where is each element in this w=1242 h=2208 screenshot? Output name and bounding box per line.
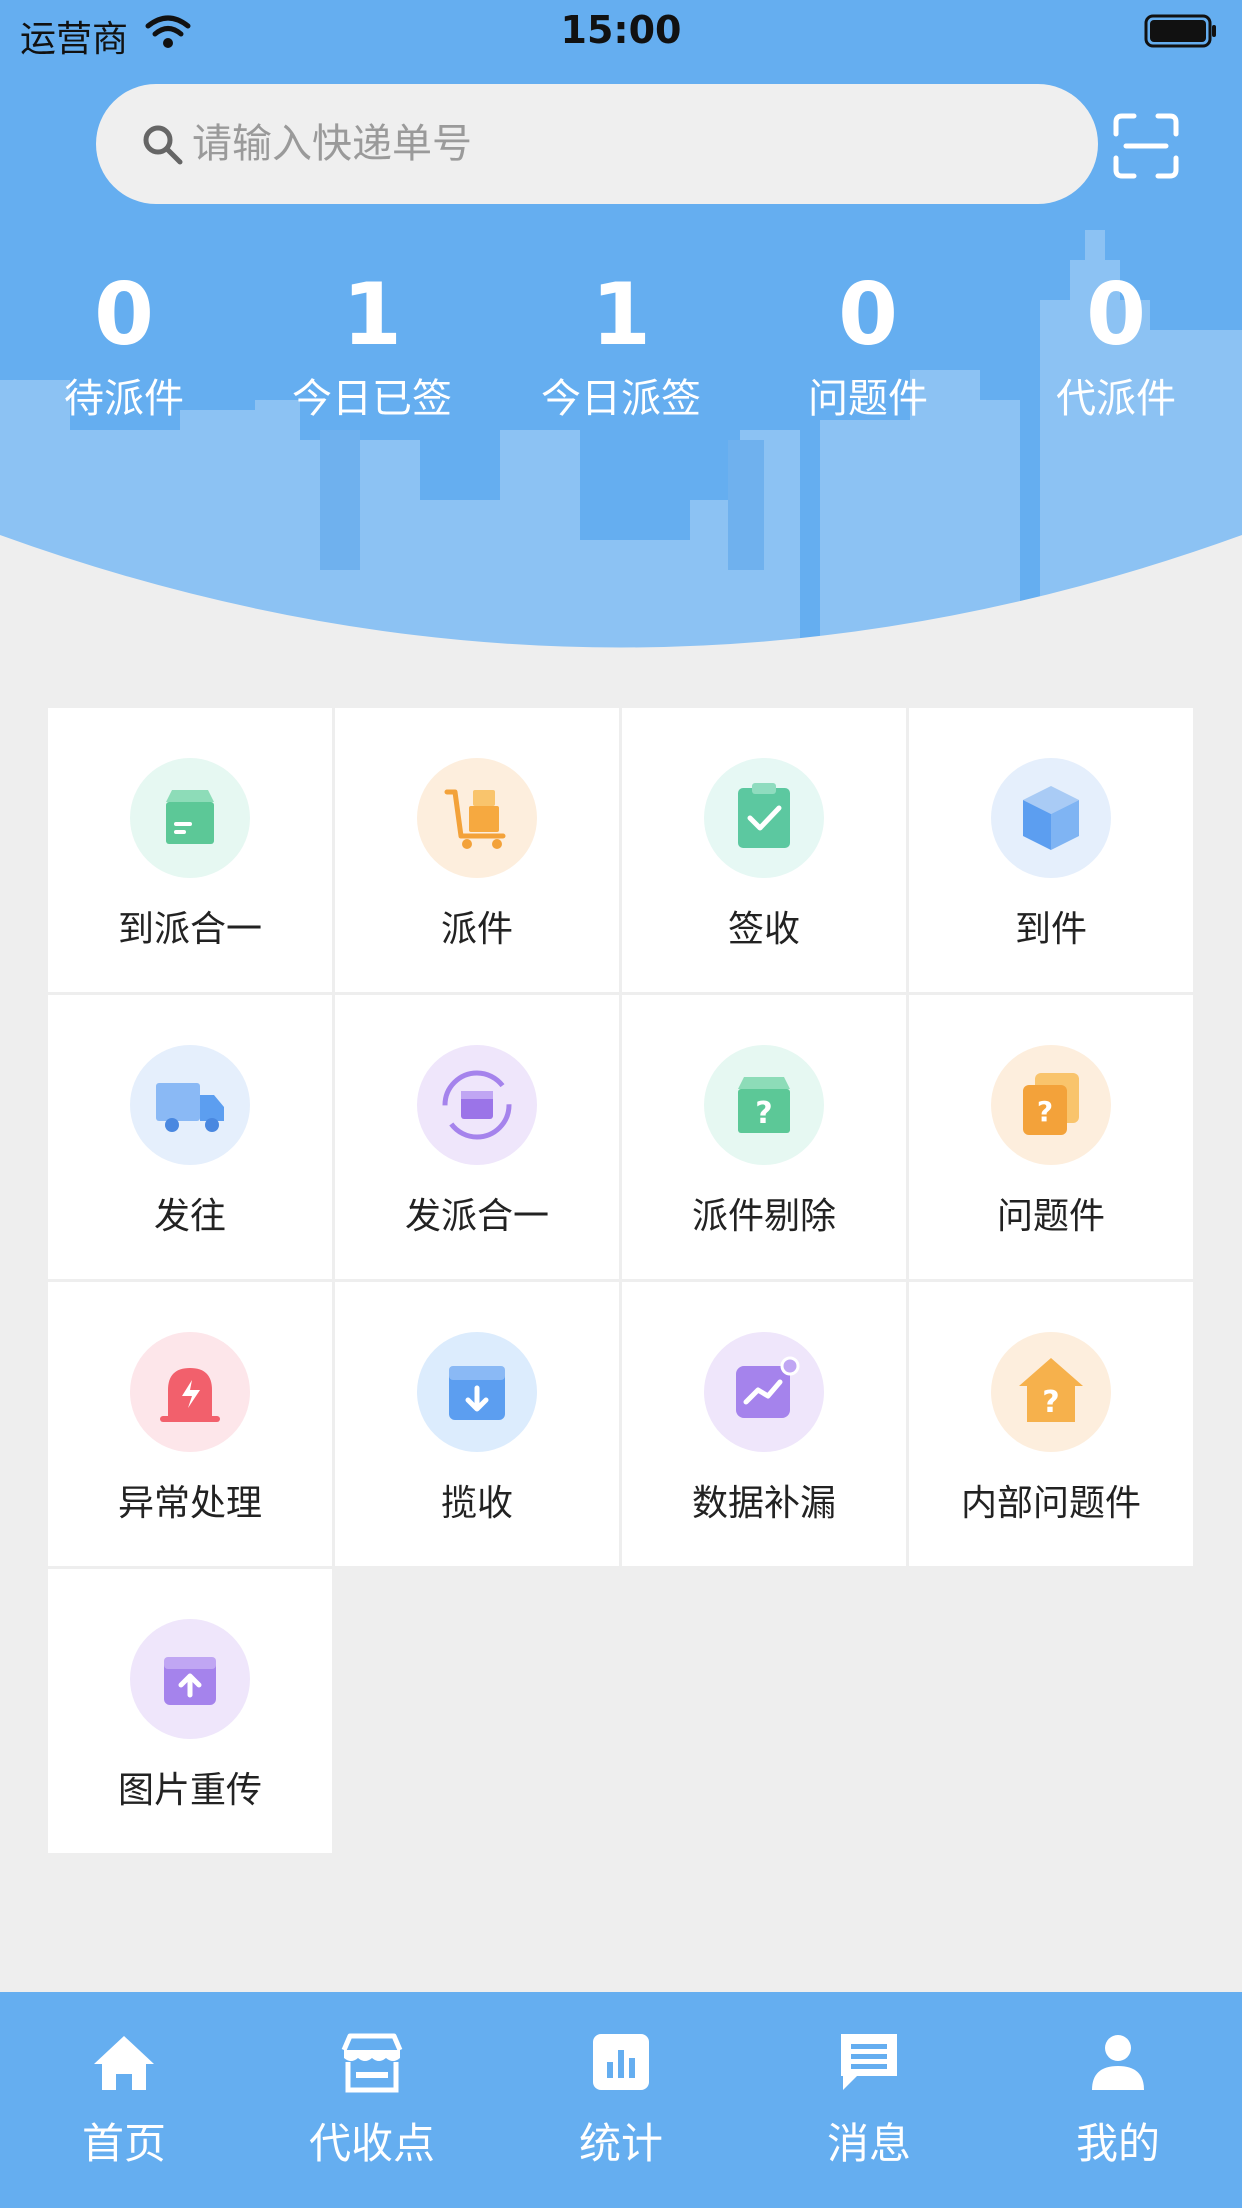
store-icon — [341, 2033, 403, 2093]
stat-label: 今日派签 — [541, 376, 701, 422]
tab-mine[interactable]: 我的 — [994, 1992, 1242, 2208]
grid-item-data-supplement[interactable]: 数据补漏 — [622, 1282, 906, 1566]
box-icon — [130, 758, 250, 878]
bottom-tab-bar: 首页 代收点 统计 消息 我的 — [0, 1992, 1242, 2208]
package-icon — [991, 758, 1111, 878]
question-cards-icon: ? — [991, 1045, 1111, 1165]
grid-item-label: 内部问题件 — [960, 1483, 1141, 1524]
grid-item-send-to[interactable]: 发往 — [48, 995, 332, 1279]
grid-item-label: 发往 — [153, 1196, 226, 1237]
grid-item-label: 数据补漏 — [691, 1483, 836, 1524]
tab-statistics[interactable]: 统计 — [497, 1992, 745, 2208]
grid-item-label: 派件 — [440, 909, 513, 950]
grid-item-label: 揽收 — [440, 1483, 513, 1524]
grid-item-arrival[interactable]: 到件 — [909, 708, 1193, 992]
upload-box-icon — [130, 1619, 250, 1739]
stat-label: 今日已签 — [292, 376, 452, 422]
grid-item-label: 异常处理 — [117, 1483, 262, 1524]
tab-label: 代收点 — [308, 2119, 435, 2168]
status-bar: 运营商 15:00 — [0, 0, 1242, 62]
grid-item-label: 发派合一 — [404, 1196, 549, 1237]
stat-problem-parcels[interactable]: 0 问题件 — [768, 272, 968, 424]
grid-item-label: 到派合一 — [117, 909, 262, 950]
stat-label: 问题件 — [808, 376, 928, 422]
grid-item-arrive-dispatch[interactable]: 到派合一 — [48, 708, 332, 992]
tab-messages[interactable]: 消息 — [745, 1992, 993, 2208]
truck-icon — [130, 1045, 250, 1165]
box-question-icon: ? — [704, 1045, 824, 1165]
tab-label: 我的 — [1075, 2119, 1160, 2168]
tab-home[interactable]: 首页 — [0, 1992, 248, 2208]
tab-pickup-point[interactable]: 代收点 — [248, 1992, 496, 2208]
tab-label: 统计 — [578, 2119, 663, 2168]
grid-item-pickup[interactable]: 揽收 — [335, 1282, 619, 1566]
tab-label: 首页 — [81, 2119, 166, 2168]
tab-label: 消息 — [826, 2119, 911, 2168]
box-cycle-icon — [417, 1045, 537, 1165]
box-download-icon — [417, 1332, 537, 1452]
search-icon — [143, 125, 183, 165]
grid-item-problem-parcels[interactable]: ? 问题件 — [909, 995, 1193, 1279]
trolley-icon — [417, 758, 537, 878]
scan-icon[interactable] — [1112, 112, 1180, 180]
search-bar[interactable] — [96, 84, 1098, 204]
message-icon — [841, 2034, 897, 2090]
stat-value: 0 — [838, 265, 898, 365]
svg-text:?: ? — [1037, 1095, 1053, 1128]
home-icon — [94, 2036, 154, 2090]
user-icon — [1092, 2035, 1144, 2090]
grid-item-label: 到件 — [1014, 909, 1087, 950]
svg-text:?: ? — [1042, 1385, 1059, 1420]
battery-icon — [1144, 14, 1216, 48]
stat-proxy-dispatch[interactable]: 0 代派件 — [1016, 272, 1216, 424]
clipboard-check-icon — [704, 758, 824, 878]
grid-item-internal-problem[interactable]: ? 内部问题件 — [909, 1282, 1193, 1566]
house-question-icon: ? — [991, 1332, 1111, 1452]
grid-item-label: 问题件 — [996, 1196, 1105, 1237]
grid-item-exception-handling[interactable]: 异常处理 — [48, 1282, 332, 1566]
alarm-icon — [130, 1332, 250, 1452]
stat-value: 1 — [591, 265, 651, 365]
chart-icon — [704, 1332, 824, 1452]
header-banner: 运营商 15:00 0 待派件 1 — [0, 0, 1242, 650]
stat-value: 0 — [1086, 265, 1146, 365]
stat-label: 待派件 — [64, 376, 184, 422]
grid-item-dispatch-remove[interactable]: ? 派件剔除 — [622, 995, 906, 1279]
grid-item-label: 派件剔除 — [691, 1196, 836, 1237]
grid-item-sign[interactable]: 签收 — [622, 708, 906, 992]
stat-signed-today[interactable]: 1 今日已签 — [272, 272, 472, 424]
stat-value: 0 — [94, 265, 154, 365]
grid-item-send-dispatch[interactable]: 发派合一 — [335, 995, 619, 1279]
stat-dispatch-signed-today[interactable]: 1 今日派签 — [521, 272, 721, 424]
bar-chart-icon — [593, 2034, 649, 2090]
grid-item-label: 图片重传 — [117, 1770, 262, 1811]
svg-text:?: ? — [755, 1096, 772, 1131]
stat-value: 1 — [342, 265, 402, 365]
stat-label: 代派件 — [1056, 376, 1176, 422]
grid-item-dispatch[interactable]: 派件 — [335, 708, 619, 992]
tracking-number-input[interactable] — [192, 108, 1052, 180]
grid-item-label: 签收 — [727, 909, 800, 950]
stat-pending-dispatch[interactable]: 0 待派件 — [24, 272, 224, 424]
clock: 15:00 — [560, 8, 682, 52]
grid-item-image-reupload[interactable]: 图片重传 — [48, 1569, 332, 1853]
